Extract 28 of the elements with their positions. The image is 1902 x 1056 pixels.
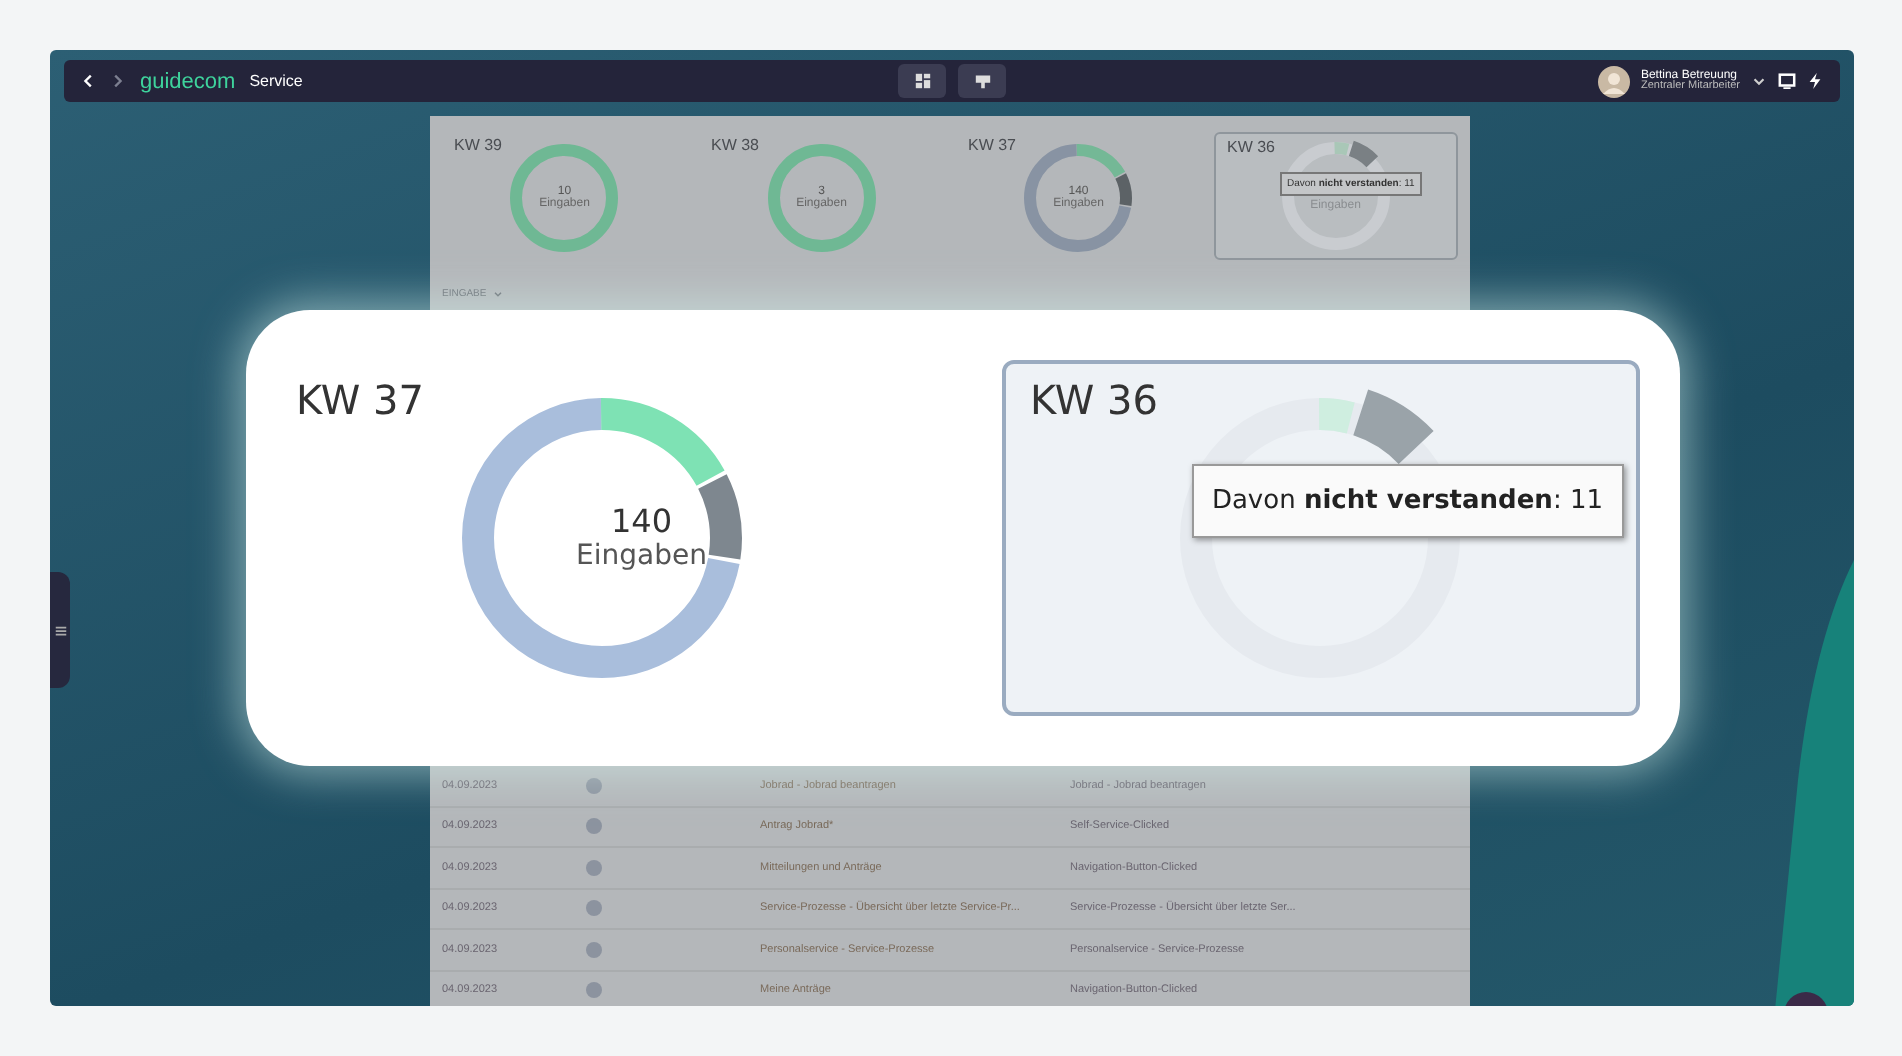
week-label: KW 37: [968, 136, 1017, 154]
week-label: KW 37: [296, 376, 424, 424]
week-label: KW 39: [454, 136, 503, 154]
status-dot: [586, 777, 602, 794]
monitor-icon[interactable]: [1778, 72, 1796, 90]
dashboard-view-button[interactable]: [898, 64, 946, 98]
tooltip: Davon nicht verstanden: 11: [1191, 464, 1623, 538]
forward-icon[interactable]: [108, 72, 126, 90]
status-dot: [586, 982, 602, 999]
brand-logo[interactable]: guidecom: [140, 69, 236, 93]
week-label: KW 36: [1029, 376, 1158, 424]
status-dot: [586, 941, 602, 958]
input-count: 140: [610, 502, 672, 541]
back-icon[interactable]: [80, 72, 98, 90]
menu-icon: [53, 623, 67, 637]
flag-view-button[interactable]: [958, 64, 1006, 98]
section-title: Service: [249, 72, 303, 90]
avatar-icon[interactable]: [1598, 65, 1631, 97]
lightning-icon[interactable]: [1806, 72, 1824, 90]
status-dot: [586, 818, 602, 835]
week-label: KW 36: [1227, 138, 1276, 156]
grid-icon: [913, 72, 931, 90]
status-dot: [586, 859, 602, 876]
flag-icon: [973, 72, 991, 90]
week-label: KW 38: [711, 136, 760, 154]
status-dot: [586, 900, 602, 917]
count-unit: Eingaben: [576, 540, 707, 574]
side-panel-handle[interactable]: [50, 572, 70, 688]
